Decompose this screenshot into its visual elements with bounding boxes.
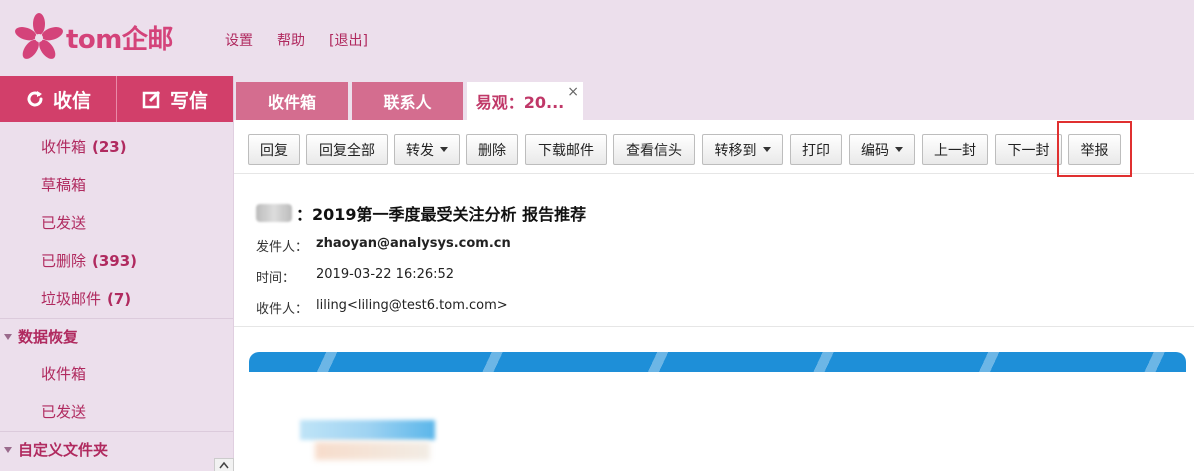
collapse-triangle-icon [4,447,12,453]
folder-sent[interactable]: 已发送 [0,204,233,242]
tab-label: 联系人 [383,93,432,112]
move-to-button[interactable]: 转移到 [702,134,783,165]
to-row: 收件人： liling<liling@test6.tom.com> [256,298,508,317]
from-label: 发件人： [256,240,309,255]
dropdown-caret-icon [895,147,903,152]
recovery-sent[interactable]: 已发送 [0,393,233,431]
top-links: 设置 帮助 [退出] [225,30,392,50]
unread-count: (393) [92,252,138,270]
folder-drafts[interactable]: 草稿箱 [0,166,233,204]
from-row: 发件人： zhaoyan@analysys.com.cn [256,236,511,255]
tom-logo[interactable]: tom企邮 [14,12,173,62]
time-label: 时间： [256,271,296,286]
mail-toolbar: 回复 回复全部 转发 删除 下载邮件 查看信头 转移到 打印 编码 上一封 下一… [234,120,1194,177]
button-label: 删除 [478,142,506,159]
view-header-button[interactable]: 查看信头 [613,134,695,165]
mail-banner-image [249,352,1186,372]
button-label: 下一封 [1007,142,1050,159]
delete-button[interactable]: 删除 [466,134,518,165]
to-label: 收件人： [256,302,309,317]
unread-count: (7) [107,290,132,308]
mail-subject: ：2019第一季度最受关注分析 报告推荐 [256,201,586,225]
tab-inbox[interactable]: 收件箱 [236,82,348,120]
time-row: 时间： 2019-03-22 16:26:52 [256,267,454,286]
reply-all-button[interactable]: 回复全部 [306,134,388,165]
banner-stripes [249,352,1186,372]
print-button[interactable]: 打印 [790,134,842,165]
folder-label: 收件箱 [41,138,87,156]
folder-label: 垃圾邮件 [41,290,102,308]
receive-button[interactable]: 收信 [0,76,116,122]
tab-current-mail[interactable]: 易观：20... × [467,82,583,120]
subject-text: ：2019第一季度最受关注分析 报告推荐 [296,205,587,224]
settings-link[interactable]: 设置 [225,30,253,50]
logo-text: tom企邮 [66,24,173,55]
logout-link[interactable]: [退出] [329,30,368,50]
button-label: 打印 [802,142,830,159]
group-title: 自定义文件夹 [18,440,109,459]
blurred-body-image [300,420,435,440]
from-value[interactable]: zhaoyan@analysys.com.cn [316,236,511,255]
tab-label: 易观：20... [475,93,565,112]
download-mail-button[interactable]: 下载邮件 [525,134,607,165]
receive-label: 收信 [52,89,91,112]
group-data-recovery[interactable]: 数据恢复 [0,318,233,355]
refresh-icon [27,91,43,107]
mail-header: ：2019第一季度最受关注分析 报告推荐 发件人： zhaoyan@analys… [234,175,1194,327]
unread-count: (23) [92,138,127,156]
folder-deleted[interactable]: 已删除 (393) [0,242,233,280]
button-label: 转移到 [714,142,757,159]
tab-label: 收件箱 [267,93,316,112]
forward-button[interactable]: 转发 [394,134,460,165]
previous-mail-button[interactable]: 上一封 [922,134,988,165]
button-label: 上一封 [934,142,976,159]
scroll-up-button[interactable] [214,458,234,471]
folder-label: 已删除 [41,252,87,270]
group-title: 数据恢复 [18,327,79,346]
help-link[interactable]: 帮助 [277,30,305,50]
report-highlight-box [1057,121,1132,177]
next-mail-button[interactable]: 下一封 [995,134,1062,165]
dropdown-caret-icon [440,147,448,152]
group-custom-folders[interactable]: 自定义文件夹 [0,431,233,468]
folder-label: 已发送 [41,214,87,232]
flower-logo-icon [15,13,63,59]
folder-label: 草稿箱 [41,176,87,194]
chevron-up-icon [219,461,229,469]
recovery-inbox[interactable]: 收件箱 [0,355,233,393]
compose-icon [142,90,161,109]
blurred-sender-name [256,204,292,222]
collapse-triangle-icon [4,334,12,340]
button-label: 回复 [260,142,288,159]
compose-label: 写信 [169,89,208,112]
button-label: 回复全部 [319,142,375,159]
button-label: 下载邮件 [538,142,594,159]
folder-list: 收件箱 (23) 草稿箱 已发送 已删除 (393) 垃圾邮件 (7) [0,128,233,318]
dropdown-caret-icon [762,147,771,152]
tab-bar: 收件箱 联系人 易观：20... × [234,76,1194,120]
compose-button[interactable]: 写信 [116,76,233,122]
encoding-button[interactable]: 编码 [849,134,915,165]
close-icon[interactable]: × [567,84,579,100]
sidebar: 收信 写信 收件箱 (23) 草稿箱 已发送 已删除 (393) 垃圾邮件 (7) 数… [0,76,234,471]
time-value: 2019-03-22 16:26:52 [316,267,455,282]
tab-contacts[interactable]: 联系人 [352,82,463,120]
button-label: 编码 [861,142,889,159]
folder-inbox[interactable]: 收件箱 (23) [0,128,233,166]
button-label: 转发 [406,142,434,159]
reply-button[interactable]: 回复 [248,134,300,165]
button-label: 查看信头 [626,142,682,159]
top-header: tom企邮 设置 帮助 [退出] [0,0,1194,76]
blurred-body-image [315,442,430,460]
to-value[interactable]: liling<liling@test6.tom.com> [316,298,508,317]
action-buttons: 收信 写信 [0,76,233,122]
folder-spam[interactable]: 垃圾邮件 (7) [0,280,233,318]
